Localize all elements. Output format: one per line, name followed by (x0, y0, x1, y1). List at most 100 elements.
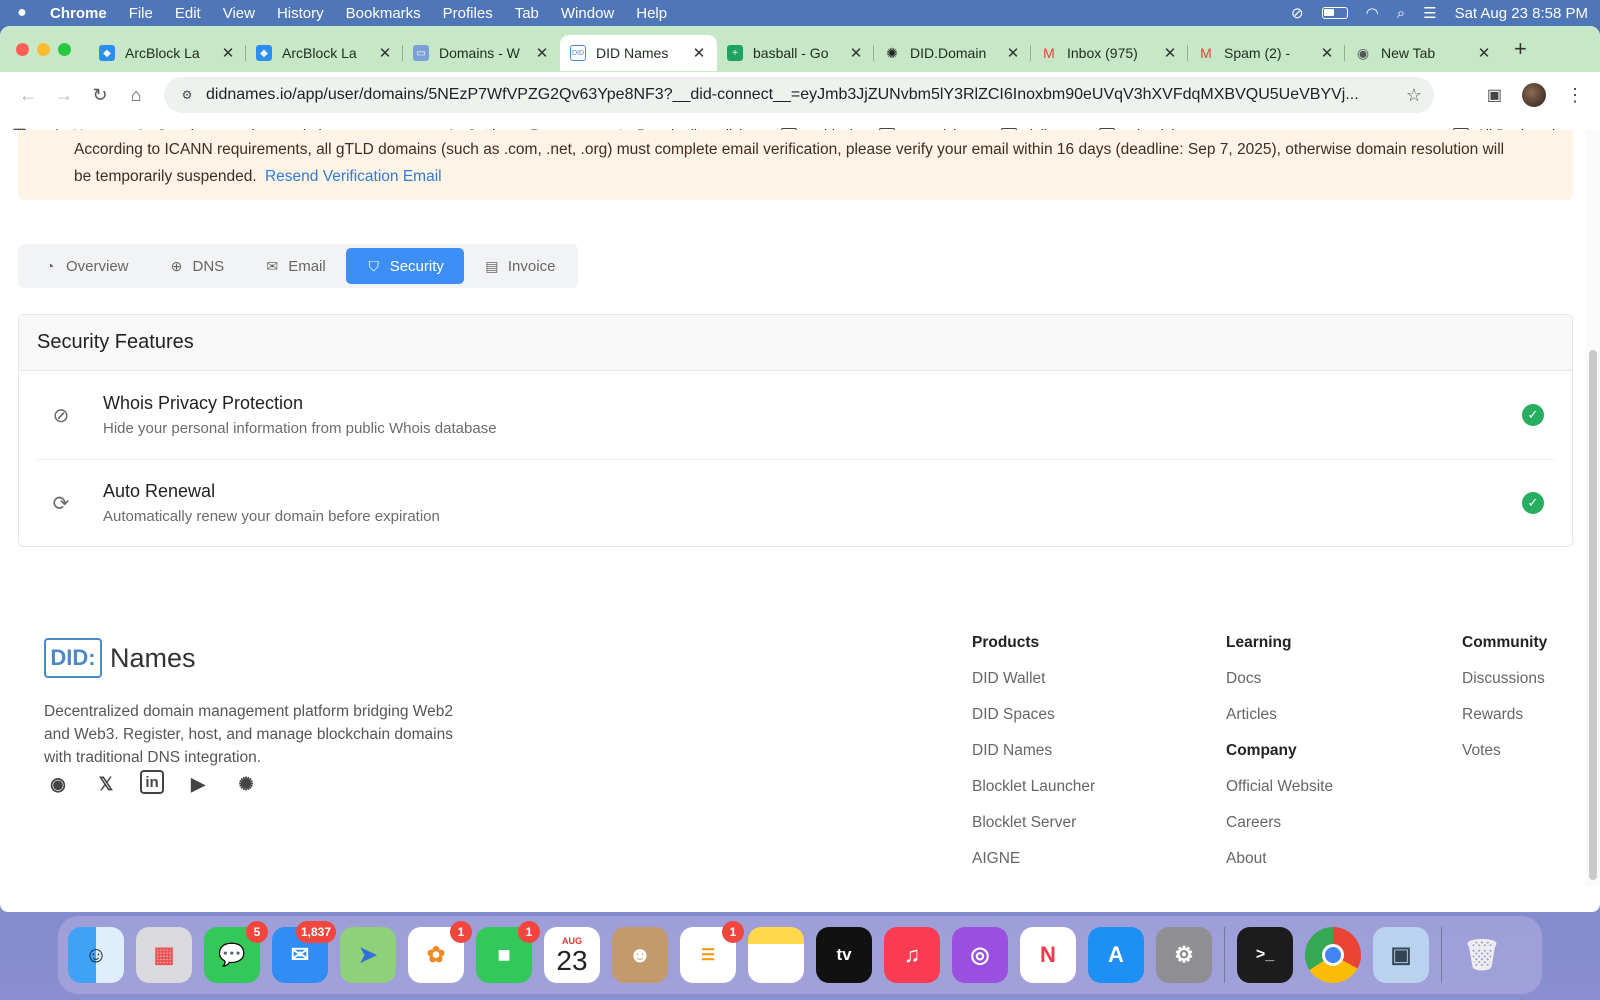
home-icon[interactable]: ⌂ (118, 85, 154, 106)
browser-tab-active[interactable]: DID DID Names ✕ (560, 35, 717, 71)
news-icon[interactable]: N (1020, 927, 1076, 983)
tab-overview[interactable]: ◔ Overview (22, 248, 149, 284)
apple-menu-icon[interactable]: ● (12, 4, 32, 22)
page-scrollbar[interactable] (1586, 130, 1600, 886)
mail-icon[interactable]: ✉ 1,837 (272, 921, 336, 983)
scrollbar-thumb[interactable] (1589, 350, 1597, 880)
battery-icon[interactable] (1321, 7, 1348, 19)
launchpad-icon[interactable]: ▦ (136, 927, 192, 983)
browser-tab[interactable]: M Spam (2) - ✕ (1188, 35, 1345, 71)
tab-close-icon[interactable]: ✕ (377, 44, 393, 62)
menu-edit[interactable]: Edit (175, 5, 201, 22)
tab-close-icon[interactable]: ✕ (691, 44, 707, 62)
new-tab-plus-icon[interactable]: + (1514, 36, 1527, 62)
tab-dns[interactable]: ⊕ DNS (149, 248, 245, 284)
tab-close-icon[interactable]: ✕ (848, 44, 864, 62)
preview-icon[interactable]: ▣ (1373, 927, 1429, 983)
browser-tab[interactable]: + basball - Go ✕ (717, 35, 874, 71)
bookmark-star-icon[interactable]: ☆ (1406, 85, 1422, 106)
footer-link[interactable]: About (1226, 850, 1333, 868)
menu-app-name[interactable]: Chrome (50, 5, 107, 22)
notes-icon[interactable] (748, 927, 804, 983)
footer-link[interactable]: Rewards (1462, 706, 1547, 724)
menu-help[interactable]: Help (636, 5, 667, 22)
music-icon[interactable]: ♫ (884, 927, 940, 983)
contacts-icon[interactable]: ☻ (612, 927, 668, 983)
tab-close-icon[interactable]: ✕ (534, 44, 550, 62)
close-window-button[interactable] (16, 42, 29, 56)
zoom-window-button[interactable] (58, 42, 71, 56)
footer-link[interactable]: Blocklet Launcher (972, 778, 1095, 796)
browser-tab[interactable]: ▭ Domains - W ✕ (403, 35, 560, 71)
facetime-icon[interactable]: ■ 1 (476, 921, 540, 983)
reminders-icon[interactable]: ☰ 1 (680, 921, 744, 983)
footer-link[interactable]: AIGNE (972, 850, 1095, 868)
calendar-icon[interactable]: AUG 23 (544, 927, 600, 983)
resend-verification-link[interactable]: Resend Verification Email (265, 168, 442, 185)
profile-avatar[interactable] (1522, 83, 1546, 107)
podcasts-icon[interactable]: ◎ (952, 927, 1008, 983)
minimize-window-button[interactable] (37, 42, 50, 56)
tab-security[interactable]: ⛉ Security (345, 248, 464, 284)
tab-invoice[interactable]: ▤ Invoice (464, 248, 576, 284)
tab-close-icon[interactable]: ✕ (1476, 44, 1492, 62)
did-names-logo[interactable]: DID: Names (44, 638, 196, 678)
apple-tv-icon[interactable]: tv (816, 927, 872, 983)
menu-bookmarks[interactable]: Bookmarks (346, 5, 421, 22)
footer-link[interactable]: DID Wallet (972, 670, 1095, 688)
community-icon[interactable]: ✺ (232, 770, 260, 798)
control-center-icon[interactable]: ☰ (1423, 4, 1436, 22)
tab-close-icon[interactable]: ✕ (220, 44, 236, 62)
check-circle-icon[interactable]: ✓ (1522, 492, 1544, 514)
menu-view[interactable]: View (223, 5, 255, 22)
menu-window[interactable]: Window (561, 5, 614, 22)
footer-link[interactable]: Official Website (1226, 778, 1333, 796)
reload-icon[interactable]: ↻ (82, 85, 118, 106)
browser-tab[interactable]: ◆ ArcBlock La ✕ (246, 35, 403, 71)
spotlight-search-icon[interactable]: ⌕ (1397, 5, 1405, 22)
chrome-icon[interactable] (1305, 927, 1361, 983)
forward-arrow-icon[interactable]: → (46, 85, 82, 106)
tab-close-icon[interactable]: ✕ (1162, 44, 1178, 62)
browser-tab[interactable]: ◉ New Tab ✕ (1345, 35, 1502, 71)
footer-link[interactable]: Docs (1226, 670, 1333, 688)
chrome-menu-icon[interactable]: ⋮ (1566, 85, 1584, 106)
footer-link[interactable]: Discussions (1462, 670, 1547, 688)
photos-icon[interactable]: ✿ 1 (408, 921, 472, 983)
youtube-icon[interactable]: ▶ (184, 770, 212, 798)
footer-link[interactable]: Articles (1226, 706, 1333, 724)
github-icon[interactable]: ◉ (44, 770, 72, 798)
menu-history[interactable]: History (277, 5, 324, 22)
address-bar[interactable]: ⚙ didnames.io/app/user/domains/5NEzP7WfV… (164, 77, 1434, 113)
browser-tab[interactable]: M Inbox (975) ✕ (1031, 35, 1188, 71)
url-text[interactable]: didnames.io/app/user/domains/5NEzP7WfVPZ… (206, 86, 1406, 104)
wifi-icon[interactable]: ◠ (1366, 4, 1379, 22)
footer-link[interactable]: Votes (1462, 742, 1547, 760)
browser-tab[interactable]: ✺ DID.Domain ✕ (874, 35, 1031, 71)
footer-link[interactable]: Careers (1226, 814, 1333, 832)
site-settings-icon[interactable]: ⚙ (176, 84, 198, 106)
browser-tab[interactable]: ◆ ArcBlock La ✕ (89, 35, 246, 71)
search-tabs-icon[interactable]: ▣ (1487, 85, 1502, 105)
finder-icon[interactable]: ☺ (68, 927, 124, 983)
menu-clock[interactable]: Sat Aug 23 8:58 PM (1455, 5, 1588, 22)
menu-file[interactable]: File (129, 5, 153, 22)
footer-link[interactable]: DID Spaces (972, 706, 1095, 724)
linkedin-icon[interactable]: in (140, 770, 164, 794)
mic-off-icon[interactable]: ⊘ (1291, 4, 1304, 22)
back-arrow-icon[interactable]: ← (10, 85, 46, 106)
app-store-icon[interactable]: A (1088, 927, 1144, 983)
tab-email[interactable]: ✉ Email (244, 248, 346, 284)
tab-close-icon[interactable]: ✕ (1005, 44, 1021, 62)
trash-icon[interactable]: 🗑 (1454, 927, 1510, 983)
system-settings-icon[interactable]: ⚙ (1156, 927, 1212, 983)
maps-icon[interactable]: ➤ (340, 927, 396, 983)
terminal-icon[interactable]: >_ (1237, 927, 1293, 983)
menu-tab[interactable]: Tab (515, 5, 539, 22)
footer-link[interactable]: Blocklet Server (972, 814, 1095, 832)
check-circle-icon[interactable]: ✓ (1522, 404, 1544, 426)
messages-icon[interactable]: 💬 5 (204, 921, 268, 983)
footer-link[interactable]: DID Names (972, 742, 1095, 760)
x-twitter-icon[interactable]: 𝕏 (92, 770, 120, 798)
menu-profiles[interactable]: Profiles (443, 5, 493, 22)
